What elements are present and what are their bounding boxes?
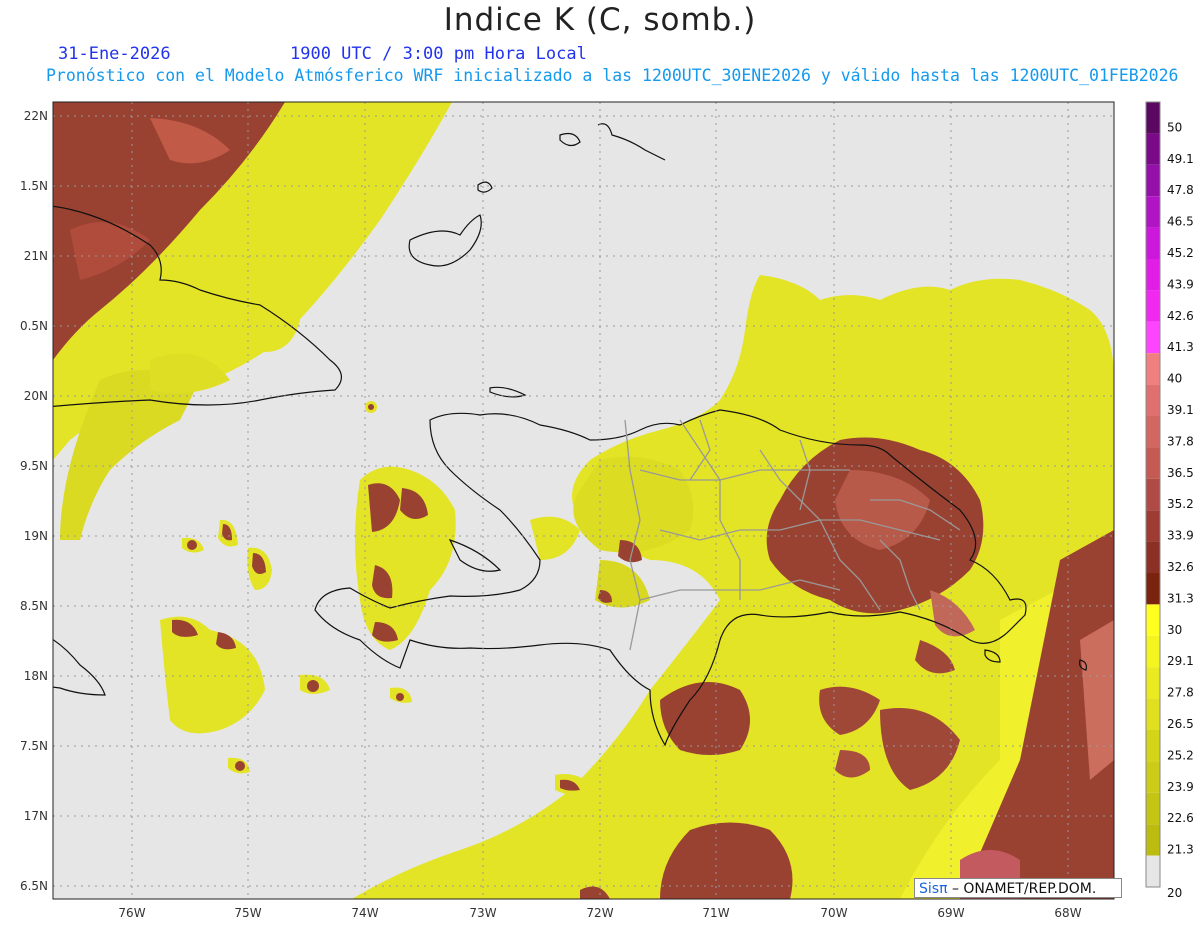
- lat-label: 18N: [24, 669, 48, 683]
- colorbar-label: 40: [1167, 372, 1182, 386]
- colorbar-label: 25.2: [1167, 748, 1194, 762]
- lon-label: 71W: [702, 906, 729, 920]
- colorbar-label: 22.6: [1167, 811, 1194, 825]
- colorbar-swatch: [1146, 761, 1160, 793]
- colorbar-swatch: [1146, 384, 1160, 416]
- colorbar-swatch: [1146, 353, 1160, 385]
- colorbar-swatch: [1146, 321, 1160, 354]
- colorbar-swatch: [1146, 667, 1160, 699]
- colorbar-label: 47.8: [1167, 183, 1194, 197]
- colorbar-label: 36.5: [1167, 466, 1194, 480]
- lat-label: 0.5N: [20, 319, 48, 333]
- colorbar-label: 23.9: [1167, 780, 1194, 794]
- colorbar-swatch: [1146, 510, 1160, 542]
- colorbar-swatch: [1146, 478, 1160, 511]
- credit-box: Sisπ – ONAMET/REP.DOM.: [914, 878, 1122, 898]
- colorbar-label: 41.3: [1167, 340, 1194, 354]
- lat-label: 20N: [24, 389, 48, 403]
- lat-label: 6.5N: [20, 879, 48, 893]
- latitude-axis: 22N 1.5N 21N 0.5N 20N 9.5N 19N 8.5N 18N …: [20, 109, 48, 893]
- lon-label: 75W: [234, 906, 261, 920]
- k-index-map: 22N 1.5N 21N 0.5N 20N 9.5N 19N 8.5N 18N …: [20, 101, 1194, 920]
- colorbar-swatch: [1146, 196, 1160, 228]
- colorbar-swatch: [1146, 824, 1160, 856]
- lat-label: 7.5N: [20, 739, 48, 753]
- colorbar-swatch: [1146, 855, 1160, 887]
- colorbar-label: 20: [1167, 886, 1182, 900]
- colorbar-swatch: [1146, 698, 1160, 730]
- lat-label: 8.5N: [20, 599, 48, 613]
- colorbar-label: 30: [1167, 623, 1182, 637]
- colorbar-swatch: [1146, 259, 1160, 291]
- colorbar-swatch: [1146, 133, 1160, 165]
- colorbar-label: 26.5: [1167, 717, 1194, 731]
- longitude-axis: 76W 75W 74W 73W 72W 71W 70W 69W 68W: [118, 906, 1081, 920]
- colorbar-swatch: [1146, 573, 1160, 605]
- lat-label: 21N: [24, 249, 48, 263]
- colorbar-swatch: [1146, 604, 1160, 636]
- colorbar-swatch: [1146, 416, 1160, 448]
- lon-label: 70W: [820, 906, 847, 920]
- colorbar-label: 43.9: [1167, 277, 1194, 291]
- colorbar-swatch: [1146, 102, 1160, 134]
- colorbar-label: 42.6: [1167, 309, 1194, 323]
- colorbar-label: 39.1: [1167, 403, 1194, 417]
- lon-label: 73W: [469, 906, 496, 920]
- colorbar-label: 37.8: [1167, 434, 1194, 448]
- colorbar-label: 46.5: [1167, 215, 1194, 229]
- lat-label: 17N: [24, 809, 48, 823]
- colorbar-legend: 50 49.1 47.8 46.5 45.2 43.9 42.6 41.3 40 39.1 37.8…: [1145, 101, 1194, 900]
- colorbar-label: 29.1: [1167, 654, 1194, 668]
- colorbar-swatch: [1146, 227, 1160, 259]
- colorbar-label: 35.2: [1167, 497, 1194, 511]
- colorbar-label: 33.9: [1167, 529, 1194, 543]
- lon-label: 74W: [351, 906, 378, 920]
- colorbar-label: 27.8: [1167, 686, 1194, 700]
- colorbar-swatch: [1146, 730, 1160, 762]
- colorbar-label: 49.1: [1167, 152, 1194, 166]
- lon-label: 69W: [937, 906, 964, 920]
- colorbar-swatch: [1146, 792, 1160, 825]
- colorbar-label: 31.3: [1167, 591, 1194, 605]
- colorbar-swatch: [1146, 635, 1160, 668]
- lon-label: 72W: [586, 906, 613, 920]
- colorbar-label: 50: [1167, 120, 1182, 134]
- lon-label: 76W: [118, 906, 145, 920]
- colorbar-swatch: [1146, 447, 1160, 479]
- colorbar-label: 45.2: [1167, 246, 1194, 260]
- lat-label: 9.5N: [20, 459, 48, 473]
- colorbar-label: 32.6: [1167, 560, 1194, 574]
- colorbar-swatch: [1146, 290, 1160, 322]
- colorbar-swatch: [1146, 164, 1160, 197]
- colorbar-label: 21.3: [1167, 843, 1194, 857]
- onamet-credit: – ONAMET/REP.DOM.: [951, 881, 1097, 897]
- lat-label: 19N: [24, 529, 48, 543]
- lat-label: 22N: [24, 109, 48, 123]
- lon-label: 68W: [1054, 906, 1081, 920]
- sispi-logo-text: Sisπ: [919, 881, 948, 897]
- lat-label: 1.5N: [20, 179, 48, 193]
- colorbar-swatch: [1146, 541, 1160, 573]
